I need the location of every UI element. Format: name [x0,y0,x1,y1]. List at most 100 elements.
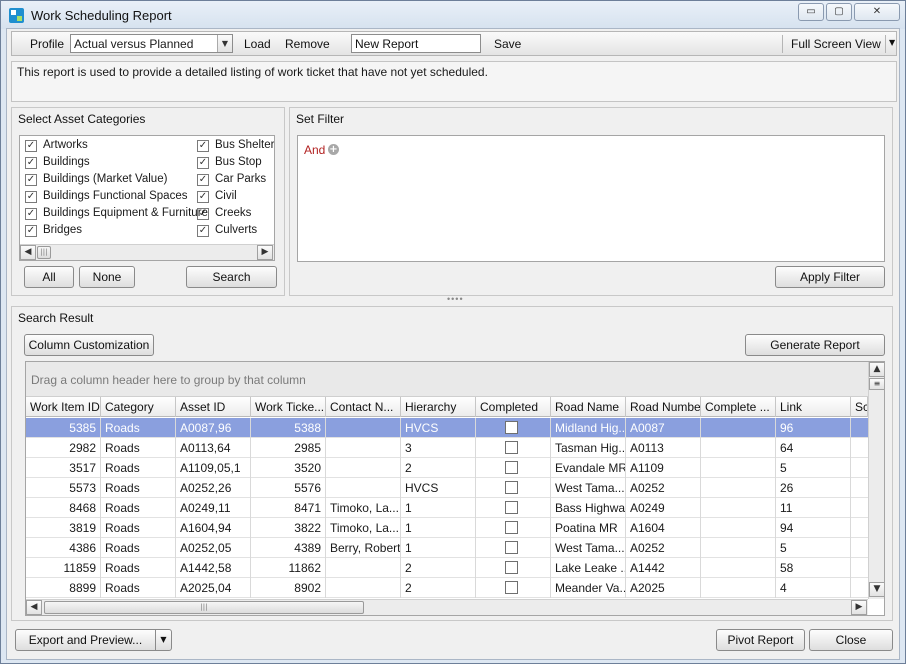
chevron-down-icon[interactable]: ▼ [217,35,232,52]
select-all-button[interactable]: All [24,266,74,288]
completed-cell [476,538,551,558]
minimize-icon[interactable]: ▭ [798,3,824,21]
export-preview-button[interactable]: Export and Preview... [15,629,156,651]
completed-checkbox[interactable] [505,561,518,574]
table-row[interactable]: 3819 Roads A1604,94 3822 Timoko, La... 1 Poati… [26,518,868,538]
column-header[interactable]: Road Name [551,397,626,417]
table-cell: Timoko, La... [326,518,401,538]
completed-checkbox[interactable] [505,541,518,554]
category-checkbox[interactable]: ✓ [25,157,37,169]
table-row[interactable]: 2982 Roads A0113,64 2985 3 Tasman Hig... A0113… [26,438,868,458]
group-by-panel[interactable]: Drag a column header here to group by th… [26,362,868,397]
table-row[interactable]: 4386 Roads A0252,05 4389 Berry, Robert 1 West … [26,538,868,558]
completed-checkbox[interactable] [505,421,518,434]
table-row[interactable]: 11859 Roads A1442,58 11862 2 Lake Leake ... A1… [26,558,868,578]
column-header[interactable]: Work Item ID [26,397,101,417]
table-cell: 2982 [26,438,101,458]
table-cell [326,438,401,458]
close-button[interactable]: Close [809,629,893,651]
column-header[interactable]: Completed [476,397,551,417]
completed-checkbox[interactable] [505,441,518,454]
completed-checkbox[interactable] [505,481,518,494]
category-checkbox[interactable]: ✓ [25,140,37,152]
column-header[interactable]: Sc [851,397,868,417]
table-cell: 11 [776,498,851,518]
table-cell: 5573 [26,478,101,498]
category-checkbox[interactable]: ✓ [197,140,209,152]
category-checkbox[interactable]: ✓ [197,225,209,237]
scroll-up-icon[interactable]: ▲ [869,362,884,377]
table-cell: Evandale MR [551,458,626,478]
maximize-icon[interactable]: ▢ [826,3,852,21]
add-condition-icon[interactable]: + [328,144,339,155]
scroll-down-icon[interactable]: ▼ [869,582,884,597]
completed-checkbox[interactable] [505,581,518,594]
toolbar-overflow-icon[interactable]: ▼ [889,38,895,47]
completed-checkbox[interactable] [505,501,518,514]
completed-cell [476,498,551,518]
table-cell: A0249,11 [176,498,251,518]
column-header[interactable]: Link [776,397,851,417]
table-row[interactable]: 5573 Roads A0252,26 5576 HVCS West Tama... A02… [26,478,868,498]
category-checkbox[interactable]: ✓ [25,225,37,237]
category-search-button[interactable]: Search [186,266,277,288]
column-header[interactable]: Asset ID [176,397,251,417]
scroll-right-icon[interactable]: ▶ [851,600,867,615]
category-checkbox[interactable]: ✓ [25,191,37,203]
table-row[interactable]: 8899 Roads A2025,04 8902 2 Meander Va... A2025… [26,578,868,598]
select-none-button[interactable]: None [79,266,135,288]
completed-checkbox[interactable] [505,521,518,534]
splitter-handle[interactable]: •••• [447,294,464,304]
filter-operator[interactable]: And [304,143,325,157]
pivot-report-button[interactable]: Pivot Report [716,629,805,651]
table-cell: A0249 [626,498,701,518]
grid-hscroll[interactable]: ◀ ||| ▶ [26,599,868,615]
report-name-input[interactable] [351,34,481,53]
scroll-left-icon[interactable]: ◀ [26,600,42,615]
category-label: Artworks [43,139,88,151]
table-cell: Poatina MR [551,518,626,538]
close-icon[interactable]: ✕ [854,3,900,21]
column-chooser-icon[interactable]: ≡ [869,378,884,390]
column-header[interactable]: Road Number [626,397,701,417]
report-body: Profile Actual versus Planned ▼ Load Rem… [6,28,900,660]
column-header[interactable]: Work Ticke... [251,397,326,417]
category-checkbox[interactable]: ✓ [197,157,209,169]
table-cell: 11862 [251,558,326,578]
table-row[interactable]: 8468 Roads A0249,11 8471 Timoko, La... 1 Bass … [26,498,868,518]
profile-select-value: Actual versus Planned [74,37,194,51]
grid-header: Work Item ID Category Asset ID Work Ticke..… [26,397,868,417]
generate-report-button[interactable]: Generate Report [745,334,885,356]
grid-scroll-thumb[interactable]: ||| [44,601,364,614]
scroll-left-icon[interactable]: ◀ [20,245,36,260]
category-scroll-thumb[interactable]: ||| [37,246,51,259]
table-cell: Lake Leake ... [551,558,626,578]
column-header[interactable]: Hierarchy [401,397,476,417]
column-customization-button[interactable]: Column Customization [24,334,154,356]
column-header[interactable]: Category [101,397,176,417]
column-header[interactable]: Complete ... [701,397,776,417]
load-button[interactable]: Load [244,37,271,51]
grid-vscroll[interactable]: ▲ ≡ ▼ [868,362,884,599]
category-hscroll[interactable]: ◀ ||| ▶ [20,244,274,260]
category-checkbox[interactable]: ✓ [25,208,37,220]
scroll-right-icon[interactable]: ▶ [257,245,273,260]
profile-select[interactable]: Actual versus Planned ▼ [70,34,233,53]
filter-editor[interactable]: And + [297,135,885,262]
table-row[interactable]: 3517 Roads A1109,05,1 3520 2 Evandale MR A1109… [26,458,868,478]
remove-button[interactable]: Remove [285,37,330,51]
export-dropdown-icon[interactable]: ▼ [155,629,172,651]
table-cell: Berry, Robert [326,538,401,558]
table-cell [326,578,401,598]
column-header[interactable]: Contact N... [326,397,401,417]
category-checkbox[interactable]: ✓ [25,174,37,186]
table-cell: 3517 [26,458,101,478]
completed-checkbox[interactable] [505,461,518,474]
table-row[interactable]: 5385 Roads A0087,96 5388 HVCS Midland Hig... A… [26,418,868,438]
save-button[interactable]: Save [494,37,521,51]
category-checkbox[interactable]: ✓ [197,191,209,203]
table-cell [701,518,776,538]
full-screen-button[interactable]: Full Screen View [791,37,881,51]
category-checkbox[interactable]: ✓ [197,174,209,186]
apply-filter-button[interactable]: Apply Filter [775,266,885,288]
